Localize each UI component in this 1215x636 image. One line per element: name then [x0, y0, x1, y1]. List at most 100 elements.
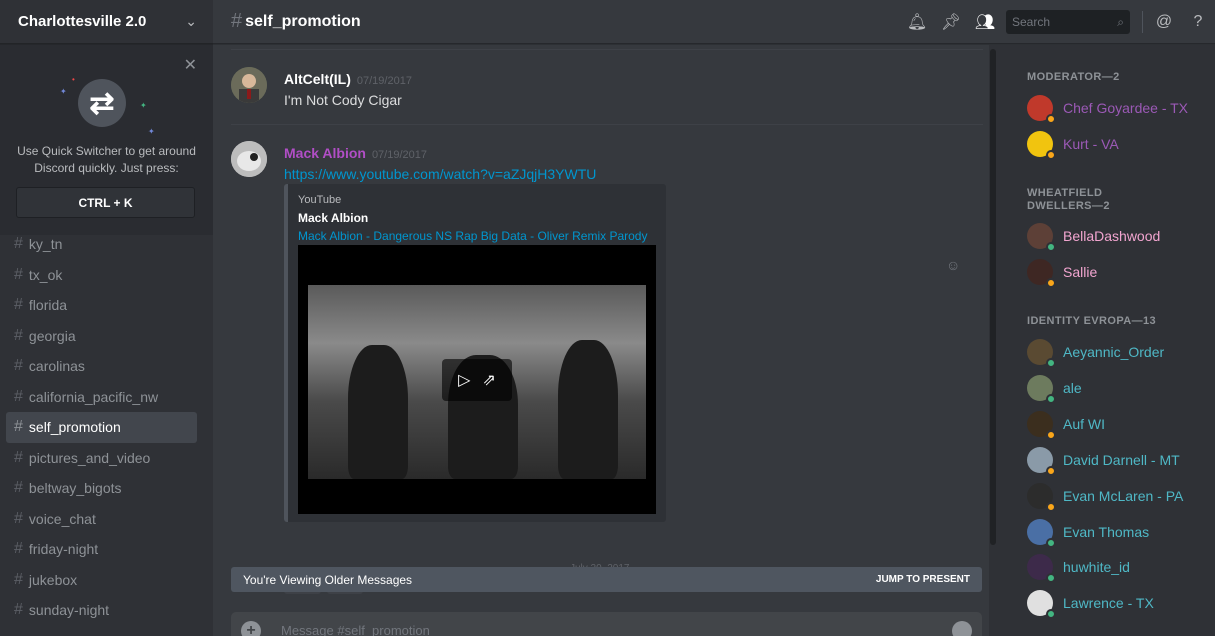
channel-item-carolinas[interactable]: # carolinas — [6, 351, 197, 382]
member-item[interactable]: Evan Thomas — [1027, 517, 1149, 548]
member-name: Auf WI — [1063, 415, 1106, 432]
member-name: Aeyannic_Order — [1063, 344, 1165, 360]
close-icon[interactable]: ✕ — [184, 55, 197, 75]
member-item[interactable]: Sallie — [1027, 257, 1098, 288]
channel-item-sunday-night[interactable]: # sunday-night — [6, 595, 197, 626]
member-item[interactable]: huwhite_id — [1027, 552, 1130, 584]
status-indicator-icon — [1046, 393, 1056, 404]
member-item[interactable]: Aeyannic_Order — [1027, 337, 1165, 368]
arrows-swap-icon: ⇄ — [78, 79, 126, 127]
quick-switcher-shortcut[interactable]: CTRL + K — [16, 187, 195, 218]
sparkle-icon: ✦ — [140, 101, 147, 110]
member-item[interactable]: Lawrence - TX — [1027, 588, 1154, 620]
avatar — [1027, 259, 1056, 288]
members-icon[interactable]: 👥︎ — [968, 12, 1002, 32]
add-reaction-icon[interactable]: ☺ — [946, 257, 960, 273]
member-name: Kurt - VA — [1063, 136, 1119, 152]
channel-label: friday-night — [28, 541, 99, 558]
channel-label: voice_chat — [28, 510, 96, 527]
channel-item-georgia[interactable]: # georgia — [6, 321, 197, 352]
avatar[interactable] — [231, 141, 267, 177]
avatar — [1027, 410, 1056, 440]
avatar — [1027, 223, 1056, 252]
help-icon[interactable]: ? — [1181, 13, 1215, 31]
channel-title: # self_promotion — [231, 10, 361, 33]
guild-name: Charlottesville 2.0 — [18, 13, 147, 30]
pin-icon[interactable]: 📌︎ — [934, 12, 968, 32]
emoji-picker-icon[interactable] — [952, 621, 972, 636]
message-author[interactable]: Mack Albion 07/19/2017 — [284, 145, 427, 161]
play-icon[interactable]: ▷ — [458, 370, 470, 390]
upload-plus-icon[interactable]: + — [241, 621, 261, 636]
jump-to-present-button[interactable]: JUMP TO PRESENT — [876, 574, 970, 585]
embed-author[interactable]: Mack Albion — [298, 211, 368, 225]
older-messages-bar: You're Viewing Older Messages JUMP TO PR… — [231, 567, 982, 592]
member-item[interactable]: ale — [1027, 373, 1082, 404]
member-item[interactable]: Evan McLaren - PA — [1027, 481, 1184, 512]
avatar[interactable] — [231, 67, 267, 103]
embed-title[interactable]: Mack Albion - Dangerous NS Rap Big Data … — [298, 229, 647, 243]
mention-icon[interactable]: @ — [1147, 13, 1181, 31]
avatar — [1027, 590, 1056, 620]
member-item[interactable]: Auf WI — [1027, 409, 1106, 440]
channel-item-friday-night[interactable]: # friday-night — [6, 534, 197, 565]
channel-label: tx_ok — [28, 266, 63, 283]
message-list: AltCelt(IL) 07/19/2017 I'm Not Cody Cigar… — [213, 45, 989, 635]
author-name[interactable]: AltCelt(IL) — [284, 71, 351, 87]
channel-item-pictures_and_video[interactable]: # pictures_and_video — [6, 443, 197, 474]
member-name: Sallie — [1063, 264, 1098, 280]
channel-item-florida[interactable]: # florida — [6, 290, 197, 321]
message-link[interactable]: https://www.youtube.com/watch?v=aZJqjH3Y… — [284, 166, 596, 182]
scrollbar-thumb[interactable] — [990, 49, 996, 545]
channel-label: california_pacific_nw — [28, 388, 159, 405]
message-divider — [231, 49, 983, 50]
channel-item-self_promotion[interactable]: # self_promotion — [6, 412, 197, 443]
message-scrollbar[interactable] — [989, 45, 997, 636]
channel-list: # ky_tn # tx_ok # florida # georgia # carolinas # c… — [0, 229, 213, 626]
sparkle-icon: ✦ — [148, 127, 155, 136]
message-author[interactable]: AltCelt(IL) 07/19/2017 — [284, 71, 412, 87]
member-item[interactable]: David Darnell - MT — [1027, 445, 1180, 476]
member-name: Evan McLaren - PA — [1063, 487, 1184, 504]
channel-item-california_pacific_nw[interactable]: # california_pacific_nw — [6, 382, 197, 413]
author-name[interactable]: Mack Albion — [284, 145, 366, 161]
status-indicator-icon — [1046, 465, 1056, 476]
member-name: Lawrence - TX — [1063, 595, 1154, 612]
member-item[interactable]: Kurt - VA — [1027, 129, 1119, 160]
member-item[interactable]: BellaDashwood — [1027, 221, 1160, 252]
role-header-identity: IDENTITY EVROPA—13 — [1027, 315, 1157, 327]
channel-label: beltway_bigots — [28, 480, 122, 497]
message-input[interactable] — [281, 623, 921, 636]
channel-item-tx_ok[interactable]: # tx_ok — [6, 260, 197, 291]
channel-label: sunday-night — [28, 602, 110, 619]
status-indicator-icon — [1046, 429, 1056, 440]
channel-item-jukebox[interactable]: # jukebox — [6, 565, 197, 596]
channel-label: florida — [28, 297, 68, 314]
sparkle-icon: • — [72, 75, 75, 84]
video-player[interactable]: ▷ ⇗ — [298, 245, 656, 514]
hash-icon: # — [14, 540, 23, 558]
channel-label: georgia — [28, 327, 76, 344]
search-input[interactable]: Search ⌕ — [1006, 10, 1130, 34]
video-controls[interactable]: ▷ ⇗ — [442, 359, 512, 401]
channel-item-beltway_bigots[interactable]: # beltway_bigots — [6, 473, 197, 504]
hash-icon: # — [14, 296, 23, 314]
member-name: Chef Goyardee - TX — [1063, 100, 1189, 116]
thumbnail-figure — [558, 340, 618, 479]
status-indicator-icon — [1046, 537, 1056, 548]
avatar — [1027, 554, 1056, 584]
bell-icon[interactable]: 🔔︎ — [900, 12, 934, 32]
channel-item-ky_tn[interactable]: # ky_tn — [6, 229, 197, 260]
status-indicator-icon — [1046, 114, 1056, 124]
channel-label: jukebox — [28, 571, 78, 588]
member-name: David Darnell - MT — [1063, 451, 1180, 468]
channel-item-voice_chat[interactable]: # voice_chat — [6, 504, 197, 535]
sparkle-icon: ✦ — [60, 87, 67, 96]
embed-provider: YouTube — [298, 194, 342, 206]
channel-sidebar: Charlottesville 2.0 ⌄ ✕ ✦ • ✦ ✦ ⇄ Use Qu… — [0, 0, 213, 636]
open-external-icon[interactable]: ⇗ — [482, 370, 495, 390]
member-item[interactable]: Chef Goyardee - TX — [1027, 93, 1189, 124]
chevron-down-icon[interactable]: ⌄ — [185, 13, 197, 30]
member-name: huwhite_id — [1063, 559, 1130, 576]
guild-header[interactable]: Charlottesville 2.0 ⌄ — [0, 0, 213, 44]
